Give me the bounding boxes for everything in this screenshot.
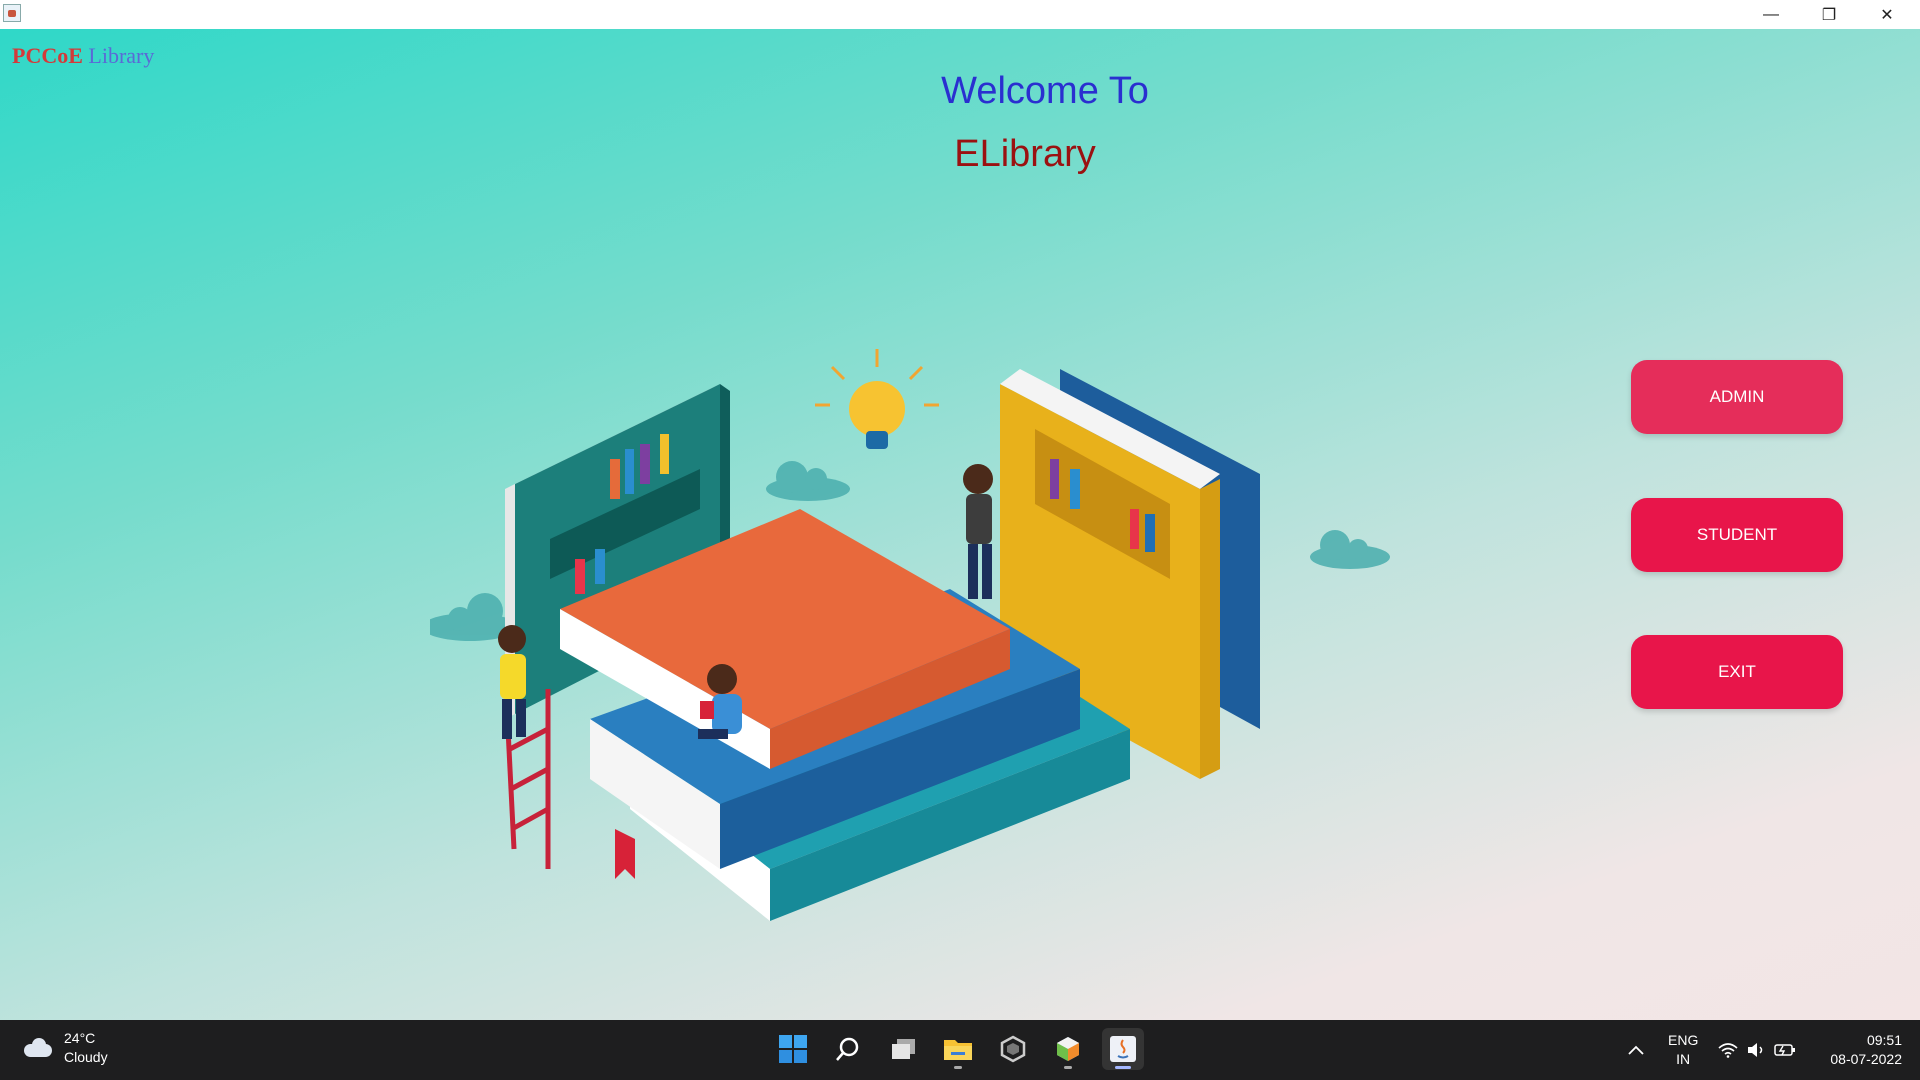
system-tray[interactable]: [1718, 1020, 1796, 1080]
java-icon[interactable]: [1102, 1028, 1144, 1070]
window-title-bar: — ❐ ✕: [0, 0, 1920, 29]
app-window: PCCoE Library Welcome To ELibrary ADMIN …: [0, 29, 1920, 1020]
ladder: [505, 689, 551, 869]
search-icon[interactable]: [827, 1028, 869, 1070]
restore-button[interactable]: ❐: [1800, 0, 1858, 29]
admin-button[interactable]: ADMIN: [1631, 360, 1843, 434]
wifi-icon: [1718, 1043, 1738, 1058]
welcome-heading: Welcome To: [941, 70, 1149, 112]
taskbar: 24°C Cloudy ENG IN 09:51 08-07-2022: [0, 1020, 1920, 1080]
library-illustration: [430, 349, 1390, 921]
netbeans-icon[interactable]: [1047, 1028, 1089, 1070]
clock-date: 08-07-2022: [1830, 1051, 1902, 1067]
weather-temp: 24°C: [64, 1030, 96, 1046]
battery-icon: [1774, 1044, 1795, 1056]
reader-left: [498, 625, 526, 739]
weather-desc: Cloudy: [64, 1049, 108, 1065]
taskbar-apps: [772, 1028, 1144, 1070]
weather-widget[interactable]: 24°C Cloudy: [22, 1029, 108, 1067]
exit-button[interactable]: EXIT: [1631, 635, 1843, 709]
language-region: IN: [1676, 1051, 1691, 1067]
show-hidden-icons-button[interactable]: [1628, 1020, 1644, 1080]
reader-standing: [963, 464, 993, 599]
lightbulb-icon: [815, 349, 939, 449]
minimize-button[interactable]: —: [1742, 0, 1800, 29]
brand-logo: PCCoE Library: [12, 43, 154, 69]
clock[interactable]: 09:51 08-07-2022: [1812, 1020, 1902, 1080]
unity-icon[interactable]: [992, 1028, 1034, 1070]
brand-library: Library: [88, 43, 155, 68]
brand-name: PCCoE: [12, 43, 83, 68]
clock-time: 09:51: [1866, 1032, 1902, 1048]
language-indicator[interactable]: ENG IN: [1668, 1020, 1698, 1080]
cloud-icon: [22, 1038, 54, 1058]
volume-icon: [1748, 1043, 1763, 1057]
language-code: ENG: [1668, 1032, 1699, 1048]
file-explorer-icon[interactable]: [937, 1028, 979, 1070]
start-icon[interactable]: [772, 1028, 814, 1070]
student-button[interactable]: STUDENT: [1631, 498, 1843, 572]
java-app-icon: [3, 4, 21, 22]
close-button[interactable]: ✕: [1858, 0, 1916, 29]
task-view-icon[interactable]: [882, 1028, 924, 1070]
elibrary-heading: ELibrary: [954, 133, 1096, 175]
